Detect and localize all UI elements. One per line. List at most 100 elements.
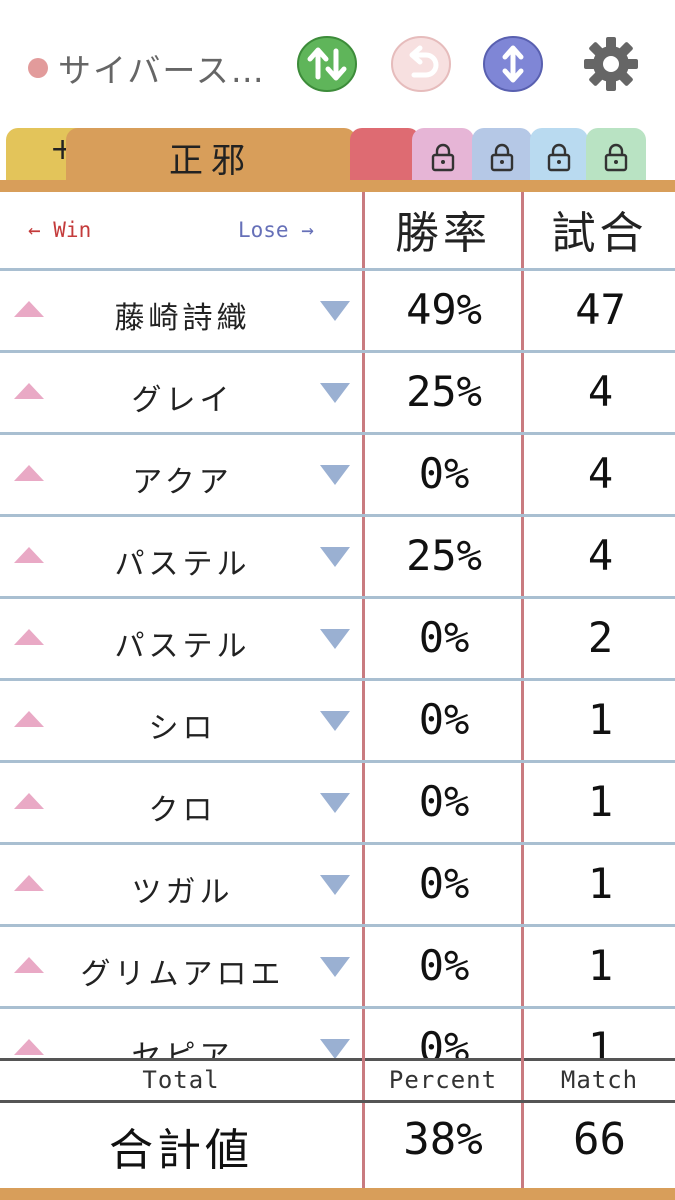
lose-increment-icon[interactable]	[320, 957, 350, 977]
lose-increment-icon[interactable]	[320, 547, 350, 567]
win-increment-icon[interactable]	[14, 383, 44, 399]
row-winrate: 0%	[418, 941, 470, 990]
row-matches: 1	[587, 777, 614, 826]
bottom-bar	[0, 1188, 675, 1200]
tab-active[interactable]: 正邪	[66, 128, 356, 186]
lose-increment-icon[interactable]	[320, 629, 350, 649]
opponent-name: クロ	[148, 793, 217, 828]
expand-button[interactable]	[482, 35, 544, 93]
percent-label: Percent	[388, 1066, 498, 1094]
table-row[interactable]: 藤崎詩織 49% 47	[0, 271, 675, 353]
lose-increment-icon[interactable]	[320, 301, 350, 321]
sort-toggle-button[interactable]	[296, 35, 358, 93]
undo-button[interactable]	[390, 35, 452, 93]
match-total-value: 66	[573, 1114, 626, 1165]
win-increment-icon[interactable]	[14, 547, 44, 563]
row-matches: 4	[587, 367, 614, 416]
footer-top-line	[0, 1058, 675, 1061]
opponent-name: グレイ	[131, 383, 234, 418]
table-row[interactable]: アクア 0% 4	[0, 435, 675, 517]
table-row[interactable]: パステル 0% 2	[0, 599, 675, 681]
opponent-name: シロ	[148, 711, 217, 746]
lock-icon	[547, 143, 571, 172]
row-matches: 1	[587, 695, 614, 744]
match-label: Match	[560, 1066, 639, 1094]
deck-title[interactable]: サイバース…	[28, 44, 266, 92]
lose-increment-icon[interactable]	[320, 1039, 350, 1059]
tab-underline-bar	[0, 180, 675, 192]
win-increment-icon[interactable]	[14, 875, 44, 891]
table-row[interactable]: セピア 0% 1	[0, 1009, 675, 1060]
win-increment-icon[interactable]	[14, 957, 44, 973]
tab-locked-blue[interactable]	[472, 128, 532, 186]
row-winrate: 0%	[418, 777, 470, 826]
row-winrate: 25%	[406, 367, 482, 416]
opponent-name: ツガル	[131, 875, 234, 910]
opponent-name: アクア	[132, 465, 233, 500]
tab-locked-pink[interactable]	[412, 128, 474, 186]
tab-locked-lightblue[interactable]	[530, 128, 588, 186]
name-column-header: ← Win Lose →	[0, 192, 362, 266]
row-matches: 47	[575, 285, 626, 334]
row-winrate: 0%	[418, 613, 470, 662]
row-winrate: 0%	[418, 695, 470, 744]
win-increment-icon[interactable]	[14, 711, 44, 727]
row-winrate: 0%	[418, 449, 470, 498]
opponent-name: パステル	[114, 629, 251, 664]
opponent-name: セピア	[131, 1039, 234, 1060]
row-winrate: 0%	[418, 859, 470, 908]
lock-icon	[431, 143, 455, 172]
table-row[interactable]: パステル 25% 4	[0, 517, 675, 599]
tab-active-label: 正邪	[169, 140, 253, 181]
lose-increment-icon[interactable]	[320, 711, 350, 731]
lock-icon	[490, 143, 514, 172]
win-increment-icon[interactable]	[14, 629, 44, 645]
win-increment-icon[interactable]	[14, 301, 44, 317]
percent-total-value: 38%	[403, 1114, 483, 1165]
tab-locked-green[interactable]	[586, 128, 646, 186]
footer-mid-line	[0, 1100, 675, 1103]
table-row[interactable]: シロ 0% 1	[0, 681, 675, 763]
stats-table[interactable]: ← Win Lose → 勝率 試合 藤崎詩織 49% 47 グレイ 25% 4 アクア 0%…	[0, 192, 675, 1060]
undo-icon	[391, 36, 451, 92]
deck-tabs: + 正邪	[0, 124, 675, 186]
lose-increment-icon[interactable]	[320, 465, 350, 485]
expand-vertical-icon	[483, 36, 543, 92]
lose-increment-icon[interactable]	[320, 793, 350, 813]
row-matches: 2	[587, 613, 614, 662]
win-increment-icon[interactable]	[14, 1039, 44, 1055]
matches-header-label: 試合	[551, 208, 648, 259]
tab-red[interactable]	[350, 128, 420, 186]
table-row[interactable]: クロ 0% 1	[0, 763, 675, 845]
win-increment-icon[interactable]	[14, 465, 44, 481]
row-winrate: 25%	[406, 531, 482, 580]
row-winrate: 0%	[418, 1023, 470, 1060]
table-row[interactable]: ツガル 0% 1	[0, 845, 675, 927]
opponent-name: パステル	[114, 547, 251, 582]
total-label: Total	[142, 1066, 220, 1094]
deck-title-text: サイバース…	[58, 51, 266, 90]
totals-footer: Total Percent Match 合計値 38% 66	[0, 1058, 675, 1188]
sort-toggle-icon	[297, 36, 357, 92]
total-value: 合計値	[109, 1125, 253, 1176]
lock-icon	[604, 143, 628, 172]
lose-increment-icon[interactable]	[320, 875, 350, 895]
lose-hint: Lose →	[238, 218, 314, 242]
winrate-column-header[interactable]: 勝率	[365, 192, 521, 266]
row-matches: 1	[587, 1023, 614, 1060]
settings-button[interactable]	[580, 35, 642, 93]
deck-color-dot	[28, 58, 48, 78]
row-matches: 4	[587, 449, 614, 498]
table-row[interactable]: グリムアロエ 0% 1	[0, 927, 675, 1009]
table-row[interactable]: グレイ 25% 4	[0, 353, 675, 435]
gear-icon	[584, 37, 638, 91]
lose-increment-icon[interactable]	[320, 383, 350, 403]
win-increment-icon[interactable]	[14, 793, 44, 809]
win-hint: ← Win	[28, 218, 92, 242]
row-matches: 1	[587, 941, 614, 990]
matches-column-header[interactable]: 試合	[524, 192, 675, 266]
opponent-name: グリムアロエ	[80, 957, 285, 992]
winrate-header-label: 勝率	[395, 208, 491, 259]
row-matches: 1	[587, 859, 614, 908]
app-header: サイバース…	[0, 0, 675, 128]
